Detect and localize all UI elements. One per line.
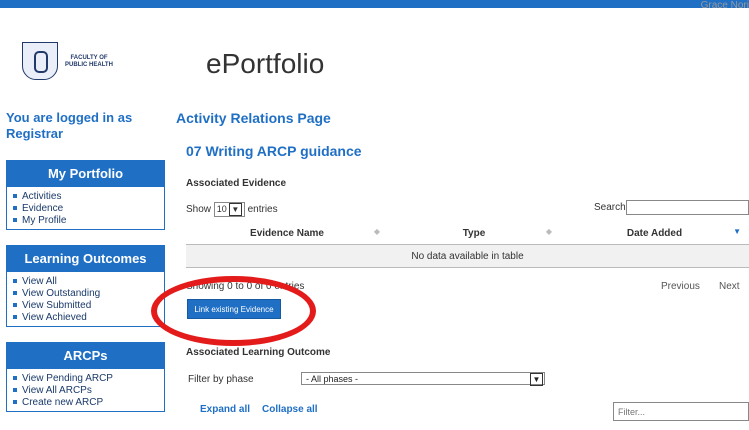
empty-table-message: No data available in table bbox=[186, 244, 749, 268]
search-label: Search: bbox=[594, 202, 629, 213]
logo-text: FACULTY OF PUBLIC HEALTH bbox=[65, 55, 113, 68]
sidebar-item-evidence[interactable]: Evidence bbox=[13, 203, 164, 215]
sidebar-item-view-achieved[interactable]: View Achieved bbox=[13, 312, 164, 324]
learning-outcomes-box: Learning Outcomes View All View Outstand… bbox=[6, 245, 165, 327]
phase-select[interactable]: - All phases - ▼ bbox=[301, 372, 545, 386]
activity-title: 07 Writing ARCP guidance bbox=[186, 143, 362, 159]
expand-all-link[interactable]: Expand all bbox=[200, 404, 250, 415]
learning-outcomes-title: Learning Outcomes bbox=[7, 246, 164, 272]
column-evidence-name[interactable]: Evidence Name ◆ bbox=[186, 222, 388, 245]
column-date-added-label: Date Added bbox=[626, 227, 683, 239]
faculty-logo[interactable]: FACULTY OF PUBLIC HEALTH bbox=[22, 42, 122, 80]
phase-select-value: - All phases - bbox=[306, 374, 359, 384]
entries-value: 10 bbox=[216, 204, 227, 214]
sidebar-item-view-pending-arcp[interactable]: View Pending ARCP bbox=[13, 373, 164, 385]
sidebar-item-view-outstanding[interactable]: View Outstanding bbox=[13, 288, 164, 300]
my-portfolio-title: My Portfolio bbox=[7, 161, 164, 187]
sidebar-item-view-all[interactable]: View All bbox=[13, 276, 164, 288]
top-bar bbox=[0, 0, 749, 8]
column-date-added[interactable]: Date Added ▼ bbox=[560, 222, 749, 245]
arcps-title: ARCPs bbox=[7, 343, 164, 369]
user-name: Grace Nori bbox=[700, 0, 749, 11]
filter-by-phase-label: Filter by phase bbox=[188, 374, 254, 385]
sort-icon: ◆ bbox=[373, 227, 380, 236]
chevron-down-icon: ▼ bbox=[530, 373, 543, 386]
crest-icon bbox=[22, 42, 58, 80]
sort-icon: ◆ bbox=[545, 227, 552, 236]
filter-input[interactable] bbox=[613, 402, 749, 421]
entries-label: entries bbox=[247, 204, 278, 216]
evidence-table: Evidence Name ◆ Type ◆ Date Added ▼ No data… bbox=[186, 222, 749, 268]
associated-evidence-heading: Associated Evidence bbox=[186, 178, 287, 189]
column-type-label: Type bbox=[462, 227, 486, 239]
search-input[interactable] bbox=[626, 200, 749, 215]
show-label: Show bbox=[186, 204, 212, 216]
column-evidence-name-label: Evidence Name bbox=[250, 227, 324, 239]
chevron-down-icon: ▼ bbox=[228, 203, 242, 216]
sidebar-item-activities[interactable]: Activities bbox=[13, 191, 164, 203]
arcps-box: ARCPs View Pending ARCP View All ARCPs C… bbox=[6, 342, 165, 412]
collapse-all-link[interactable]: Collapse all bbox=[262, 404, 318, 415]
sidebar-item-create-new-arcp[interactable]: Create new ARCP bbox=[13, 397, 164, 409]
next-page-button[interactable]: Next bbox=[719, 281, 740, 292]
sidebar-item-my-profile[interactable]: My Profile bbox=[13, 215, 164, 227]
logged-in-status: You are logged in as Registrar bbox=[6, 110, 133, 141]
highlight-circle bbox=[151, 276, 316, 346]
associated-learning-outcome-heading: Associated Learning Outcome bbox=[186, 347, 331, 358]
sort-desc-icon: ▼ bbox=[733, 227, 741, 236]
page-title: Activity Relations Page bbox=[176, 110, 331, 126]
sidebar-item-view-submitted[interactable]: View Submitted bbox=[13, 300, 164, 312]
previous-page-button[interactable]: Previous bbox=[661, 281, 700, 292]
sidebar-item-view-all-arcps[interactable]: View All ARCPs bbox=[13, 385, 164, 397]
show-entries: Show 10 ▼ entries bbox=[186, 202, 278, 217]
column-type[interactable]: Type ◆ bbox=[388, 222, 560, 245]
my-portfolio-box: My Portfolio Activities Evidence My Prof… bbox=[6, 160, 165, 230]
table-row: No data available in table bbox=[186, 244, 749, 268]
entries-select[interactable]: 10 ▼ bbox=[213, 202, 245, 217]
app-title: ePortfolio bbox=[206, 48, 325, 79]
